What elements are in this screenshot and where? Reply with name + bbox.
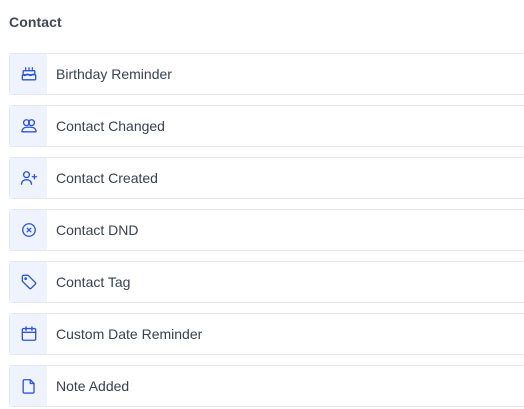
users-icon	[10, 106, 47, 146]
trigger-list: Birthday Reminder Contact Changed Contac…	[9, 53, 524, 409]
x-circle-icon	[10, 210, 47, 250]
cake-icon	[10, 54, 47, 94]
section-title: Contact	[9, 14, 62, 30]
user-plus-icon	[10, 158, 47, 198]
trigger-contact-tag[interactable]: Contact Tag	[9, 261, 524, 303]
trigger-contact-changed[interactable]: Contact Changed	[9, 105, 524, 147]
trigger-label: Note Added	[56, 378, 130, 394]
contact-trigger-panel: Contact Birthday Reminder Contact Change…	[0, 0, 524, 409]
trigger-label: Birthday Reminder	[56, 66, 172, 82]
trigger-birthday-reminder[interactable]: Birthday Reminder	[9, 53, 524, 95]
tag-icon	[10, 262, 47, 302]
trigger-contact-dnd[interactable]: Contact DND	[9, 209, 524, 251]
trigger-contact-created[interactable]: Contact Created	[9, 157, 524, 199]
trigger-custom-date-reminder[interactable]: Custom Date Reminder	[9, 313, 524, 355]
trigger-label: Contact Tag	[56, 274, 131, 290]
file-icon	[10, 366, 47, 406]
trigger-label: Contact DND	[56, 222, 139, 238]
trigger-note-added[interactable]: Note Added	[9, 365, 524, 407]
trigger-label: Contact Created	[56, 170, 158, 186]
trigger-label: Custom Date Reminder	[56, 326, 203, 342]
calendar-icon	[10, 314, 47, 354]
trigger-label: Contact Changed	[56, 118, 165, 134]
